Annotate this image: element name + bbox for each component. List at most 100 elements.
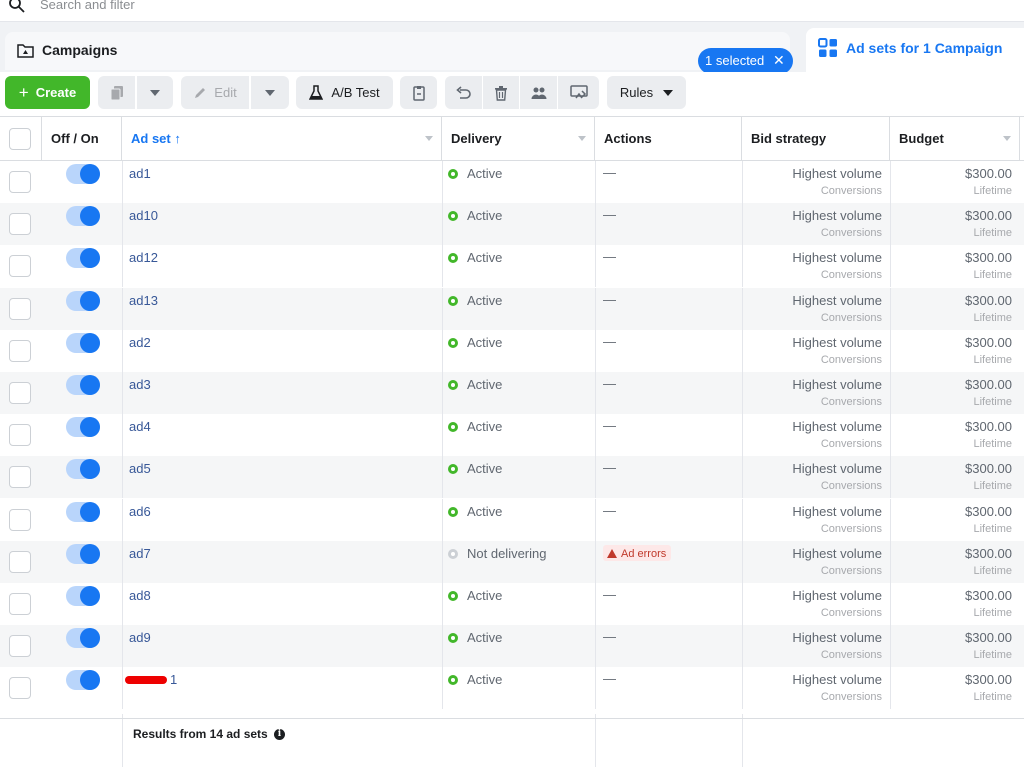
ad-set-name-link[interactable]: ad3 xyxy=(129,377,151,392)
table-row[interactable]: ad13 Active — Highest volume Conversions… xyxy=(0,288,1024,330)
clear-selection-icon[interactable]: ✕ xyxy=(773,52,785,69)
table-row[interactable]: ad12 Active — Highest volume Conversions… xyxy=(0,245,1024,287)
actions-value: — xyxy=(603,334,616,349)
table-row[interactable]: 1 Active — Highest volume Conversions $3… xyxy=(0,667,1024,709)
ad-set-name-link[interactable]: ad2 xyxy=(129,335,151,350)
ad-set-name-link[interactable]: ad9 xyxy=(129,630,151,645)
actions-value: — xyxy=(603,376,616,391)
selected-pill[interactable]: 1 selected ✕ xyxy=(698,48,793,74)
on-off-toggle[interactable] xyxy=(66,586,100,606)
delete-button[interactable] xyxy=(483,76,519,109)
table-row[interactable]: ad3 Active — Highest volume Conversions … xyxy=(0,372,1024,414)
row-checkbox[interactable] xyxy=(9,677,31,699)
duplicate-dropdown-button[interactable] xyxy=(137,76,173,109)
create-button[interactable]: + Create xyxy=(5,76,90,109)
on-off-toggle[interactable] xyxy=(66,291,100,311)
on-off-toggle[interactable] xyxy=(66,459,100,479)
header-budget[interactable]: Budget xyxy=(890,117,1020,161)
header-bid-strategy-label: Bid strategy xyxy=(751,131,827,146)
ad-set-name-link[interactable]: ad7 xyxy=(129,546,151,561)
header-ad-set[interactable]: Ad set ↑ xyxy=(122,117,442,161)
on-off-toggle[interactable] xyxy=(66,670,100,690)
row-checkbox[interactable] xyxy=(9,466,31,488)
info-icon[interactable]: i xyxy=(274,729,285,740)
on-off-toggle[interactable] xyxy=(66,417,100,437)
toggle-knob xyxy=(80,333,100,353)
table-row[interactable]: ad7 Not delivering Ad errors Highest vol… xyxy=(0,541,1024,583)
on-off-toggle[interactable] xyxy=(66,375,100,395)
preview-button[interactable] xyxy=(558,76,599,109)
pencil-icon xyxy=(195,87,206,98)
search-bar[interactable]: Search and filter xyxy=(0,0,1024,22)
bid-strategy-value: Highest volume xyxy=(792,672,882,687)
on-off-toggle[interactable] xyxy=(66,502,100,522)
table-row[interactable]: ad4 Active — Highest volume Conversions … xyxy=(0,414,1024,456)
bid-strategy-subtext: Conversions xyxy=(820,396,882,408)
budget-value: $300.00 xyxy=(965,377,1012,392)
ad-set-name-link[interactable]: ad13 xyxy=(129,293,158,308)
ad-errors-badge[interactable]: Ad errors xyxy=(603,545,672,561)
row-checkbox[interactable] xyxy=(9,424,31,446)
column-menu-caret-icon[interactable] xyxy=(578,136,586,141)
duplicate-button[interactable] xyxy=(98,76,135,109)
ad-set-name-link[interactable]: ad5 xyxy=(129,461,151,476)
search-placeholder[interactable]: Search and filter xyxy=(40,0,135,12)
bid-strategy-subtext: Conversions xyxy=(820,691,882,703)
people-icon xyxy=(531,87,546,99)
table-row[interactable]: ad8 Active — Highest volume Conversions … xyxy=(0,583,1024,625)
row-checkbox[interactable] xyxy=(9,340,31,362)
on-off-toggle[interactable] xyxy=(66,628,100,648)
row-checkbox[interactable] xyxy=(9,593,31,615)
ad-set-name-link[interactable]: ad10 xyxy=(129,208,158,223)
table-row[interactable]: ad10 Active — Highest volume Conversions… xyxy=(0,203,1024,245)
ad-set-name-link[interactable]: ad1 xyxy=(129,166,151,181)
toggle-knob xyxy=(80,375,100,395)
header-bid-strategy[interactable]: Bid strategy xyxy=(742,117,890,161)
delivery-status-dot xyxy=(448,253,458,263)
row-checkbox[interactable] xyxy=(9,382,31,404)
table-row[interactable]: ad1 Active — Highest volume Conversions … xyxy=(0,161,1024,203)
edit-button[interactable]: Edit xyxy=(181,76,249,109)
header-actions[interactable]: Actions xyxy=(595,117,742,161)
tab-campaigns[interactable]: Campaigns 1 selected ✕ xyxy=(5,32,793,74)
column-menu-caret-icon[interactable] xyxy=(1003,136,1011,141)
clipboard-button[interactable] xyxy=(400,76,437,109)
row-checkbox[interactable] xyxy=(9,171,31,193)
row-checkbox[interactable] xyxy=(9,298,31,320)
row-checkbox[interactable] xyxy=(9,551,31,573)
audience-button[interactable] xyxy=(520,76,557,109)
row-checkbox[interactable] xyxy=(9,213,31,235)
row-checkbox[interactable] xyxy=(9,509,31,531)
header-delivery[interactable]: Delivery xyxy=(442,117,595,161)
edit-dropdown-button[interactable] xyxy=(251,76,289,109)
budget-subtext: Lifetime xyxy=(973,312,1012,324)
plus-icon: + xyxy=(18,82,29,102)
column-menu-caret-icon[interactable] xyxy=(425,136,433,141)
actions-value: — xyxy=(603,292,616,307)
on-off-toggle[interactable] xyxy=(66,333,100,353)
table-row[interactable]: ad5 Active — Highest volume Conversions … xyxy=(0,456,1024,498)
undo-button[interactable] xyxy=(445,76,482,109)
ad-set-name-link[interactable]: 1 xyxy=(170,672,177,687)
on-off-toggle[interactable] xyxy=(66,164,100,184)
row-checkbox[interactable] xyxy=(9,255,31,277)
budget-value: $300.00 xyxy=(965,461,1012,476)
bid-strategy-subtext: Conversions xyxy=(820,185,882,197)
ad-set-name-link[interactable]: ad6 xyxy=(129,504,151,519)
row-checkbox[interactable] xyxy=(9,635,31,657)
table-row[interactable]: ad9 Active — Highest volume Conversions … xyxy=(0,625,1024,667)
on-off-toggle[interactable] xyxy=(66,544,100,564)
select-all-checkbox[interactable] xyxy=(9,128,31,150)
table-row[interactable]: ad6 Active — Highest volume Conversions … xyxy=(0,499,1024,541)
tab-adsets[interactable]: Ad sets for 1 Campaign xyxy=(806,28,1024,72)
ad-set-name-link[interactable]: ad12 xyxy=(129,250,158,265)
ad-set-name-link[interactable]: ad4 xyxy=(129,419,151,434)
rules-button[interactable]: Rules xyxy=(607,76,686,109)
delivery-status: Active xyxy=(467,335,503,350)
table-row[interactable]: ad2 Active — Highest volume Conversions … xyxy=(0,330,1024,372)
ad-set-name-link[interactable]: ad8 xyxy=(129,588,151,603)
on-off-toggle[interactable] xyxy=(66,206,100,226)
ab-test-button[interactable]: A/B Test xyxy=(296,76,393,109)
bid-strategy-subtext: Conversions xyxy=(820,523,882,535)
on-off-toggle[interactable] xyxy=(66,248,100,268)
